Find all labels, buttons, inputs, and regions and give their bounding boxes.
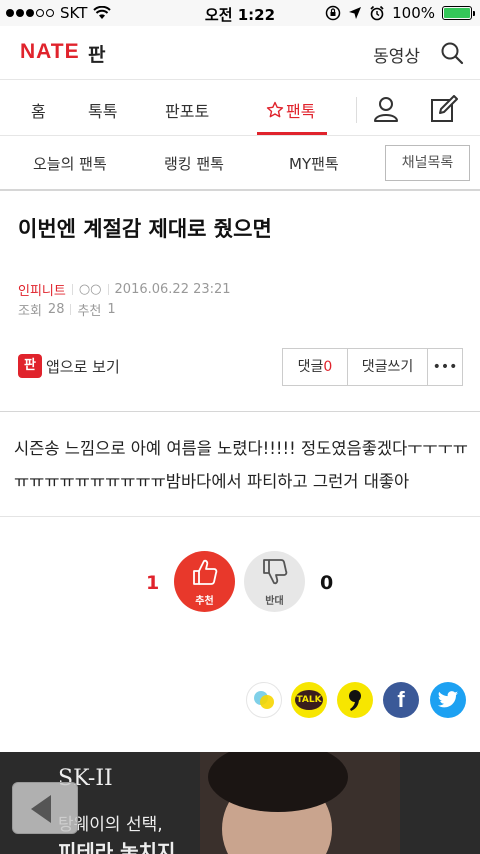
recommend-label: 추천 [195, 596, 214, 607]
kakao-comma-icon [349, 690, 361, 711]
article-meta: 인피니트 ○○ 2016.06.22 23:21 [18, 280, 231, 299]
nav-fantalk[interactable]: 팬톡 [266, 98, 315, 122]
nav-divider [356, 97, 357, 123]
oppose-label: 반대 [265, 596, 284, 607]
back-arrow-icon [31, 795, 51, 823]
app-view-link[interactable]: 판 앱으로 보기 [18, 354, 120, 378]
subnav-today[interactable]: 오늘의 팬톡 [33, 153, 107, 174]
nav-fantalk-label: 팬톡 [286, 102, 316, 121]
nav-panphoto[interactable]: 판포토 [165, 98, 209, 122]
subnav-ranking[interactable]: 랭킹 팬톡 [164, 153, 224, 174]
share-twitter-button[interactable] [430, 682, 466, 718]
article-title: 이번엔 계절감 제대로 줬으면 [18, 217, 272, 241]
meta-divider [107, 284, 109, 295]
main-nav: 홈 톡톡 판포토 팬톡 [0, 81, 480, 136]
app-icon: 판 [18, 354, 42, 378]
comment-button[interactable]: 댓글0 [283, 349, 348, 385]
battery-percent: 100% [392, 4, 435, 22]
recommend-button[interactable]: 추천 [174, 551, 235, 612]
back-button[interactable] [12, 782, 78, 834]
article-author-sub: ○○ [78, 282, 102, 297]
status-bar: SKT 오전 1:22 100% [0, 0, 480, 26]
write-comment-button[interactable]: 댓글쓰기 [348, 349, 428, 385]
section-title[interactable]: 판 [88, 40, 105, 67]
recommend-label: 추천 [77, 304, 102, 319]
write-icon[interactable] [430, 95, 458, 123]
video-link[interactable]: 동영상 [373, 42, 420, 67]
article-date: 2016.06.22 23:21 [114, 282, 231, 297]
subnav-my[interactable]: MY팬톡 [289, 153, 339, 174]
views-count: 28 [47, 302, 65, 317]
share-kakaostory-button[interactable] [246, 682, 282, 718]
user-icon[interactable] [372, 95, 400, 123]
meta-divider [70, 304, 72, 315]
vote-down-count: 0 [320, 572, 334, 594]
comment-button-group: 댓글0 댓글쓰기 ••• [282, 348, 463, 386]
channel-list-button[interactable]: 채널목록 [385, 145, 470, 181]
rotation-lock-icon [325, 5, 341, 21]
vote-up-count: 1 [146, 572, 160, 594]
star-icon [266, 101, 284, 118]
content-divider [0, 411, 480, 412]
share-facebook-button[interactable]: f [383, 682, 419, 718]
nav-toktok[interactable]: 톡톡 [88, 98, 117, 122]
recommend-count: 1 [107, 302, 116, 317]
article-body: 시즌송 느낌으로 아예 여름을 노렸다!!!!! 정도였음좋겠다ㅜㅜㅜㅠㅠㅠㅠㅠ… [14, 439, 468, 491]
location-icon [349, 7, 362, 19]
comment-count: 0 [323, 359, 333, 375]
more-button[interactable]: ••• [428, 349, 462, 385]
kakaotalk-icon: TALK [295, 690, 323, 710]
kakaostory-icon [254, 691, 274, 709]
comment-label: 댓글 [297, 359, 324, 375]
oppose-button[interactable]: 반대 [244, 551, 305, 612]
search-icon[interactable] [440, 41, 464, 65]
twitter-icon [437, 691, 459, 708]
ad-text-line2: 피테라 놓치지 [58, 840, 176, 854]
content-divider [0, 516, 480, 517]
alarm-icon [370, 5, 384, 21]
sub-nav: 오늘의 팬톡 랭킹 팬톡 MY팬톡 채널목록 [0, 137, 480, 191]
battery-icon [442, 6, 475, 20]
facebook-icon: f [397, 687, 405, 712]
views-label: 조회 [18, 304, 42, 319]
thumbs-down-icon [262, 559, 287, 585]
article-author[interactable]: 인피니트 [18, 280, 66, 299]
meta-divider [71, 284, 73, 295]
active-tab-indicator [257, 132, 327, 135]
article-stats: 조회 28 추천 1 [18, 300, 116, 319]
nate-logo[interactable]: NATE [20, 40, 80, 64]
share-kakao-button[interactable] [337, 682, 373, 718]
app-view-label: 앱으로 보기 [46, 357, 120, 376]
thumbs-up-icon [192, 559, 217, 585]
share-kakaotalk-button[interactable]: TALK [291, 682, 327, 718]
nav-home[interactable]: 홈 [31, 98, 46, 122]
app-header: NATE 판 동영상 [0, 26, 480, 80]
